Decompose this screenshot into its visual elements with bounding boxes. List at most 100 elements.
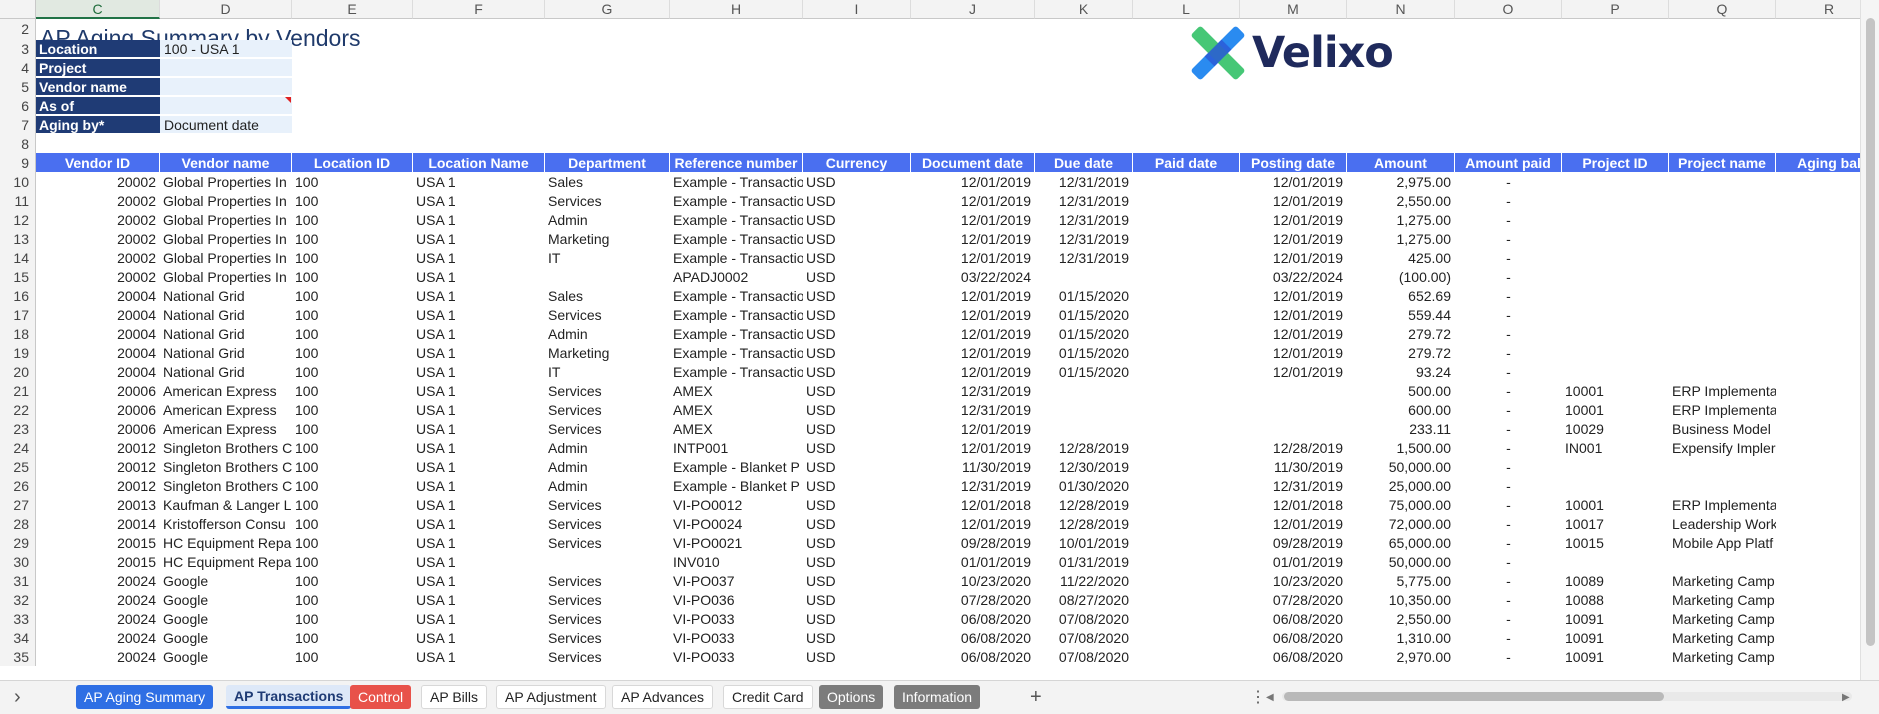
table-cell[interactable]: 20006 (36, 400, 160, 419)
table-cell[interactable]: 01/01/2019 (1240, 552, 1347, 571)
column-header-E[interactable]: E (292, 0, 413, 19)
table-cell[interactable] (1133, 305, 1240, 324)
table-cell[interactable]: 500.00 (1347, 381, 1455, 400)
table-cell[interactable]: HC Equipment Repa (160, 552, 292, 571)
table-cell[interactable]: Global Properties In (160, 210, 292, 229)
table-cell[interactable]: - (1455, 438, 1562, 457)
table-cell[interactable]: Admin (545, 324, 670, 343)
table-cell[interactable]: 11/30/2019 (911, 457, 1035, 476)
table-cell[interactable]: Singleton Brothers C (160, 457, 292, 476)
table-cell[interactable]: 12/01/2019 (911, 210, 1035, 229)
table-cell[interactable]: 20024 (36, 628, 160, 647)
table-cell[interactable]: - (1455, 419, 1562, 438)
table-cell[interactable]: USD (803, 552, 911, 571)
table-cell[interactable]: USD (803, 571, 911, 590)
table-cell[interactable]: USA 1 (413, 533, 545, 552)
row-header-4[interactable]: 4 (0, 58, 36, 77)
table-cell[interactable]: 100 (292, 457, 413, 476)
row-header-6[interactable]: 6 (0, 96, 36, 115)
table-cell[interactable]: Google (160, 647, 292, 666)
table-cell[interactable]: 12/01/2018 (911, 495, 1035, 514)
table-cell[interactable]: 20002 (36, 248, 160, 267)
row-header-34[interactable]: 34 (0, 628, 36, 647)
table-cell[interactable] (1562, 210, 1669, 229)
table-cell[interactable]: Example - Transactio (670, 210, 803, 229)
table-cell[interactable]: VI-PO0021 (670, 533, 803, 552)
table-cell[interactable]: 2,970.00 (1347, 647, 1455, 666)
table-cell[interactable]: Mobile App Platf (1669, 533, 1776, 552)
table-cell[interactable]: - (1455, 628, 1562, 647)
table-cell[interactable] (1133, 362, 1240, 381)
table-cell[interactable]: 2,550.00 (1347, 191, 1455, 210)
table-cell[interactable] (1133, 248, 1240, 267)
table-cell[interactable]: National Grid (160, 305, 292, 324)
table-cell[interactable]: ERP Implementa (1669, 381, 1776, 400)
table-cell[interactable]: 20002 (36, 172, 160, 191)
table-cell[interactable] (1133, 571, 1240, 590)
table-header-amount-paid[interactable]: Amount paid (1455, 153, 1562, 172)
table-cell[interactable]: 03/22/2024 (911, 267, 1035, 286)
table-cell[interactable]: VI-PO036 (670, 590, 803, 609)
table-cell[interactable]: Services (545, 609, 670, 628)
table-cell[interactable]: 2,975.00 (1347, 172, 1455, 191)
vertical-scroll-thumb[interactable] (1866, 18, 1875, 646)
table-cell[interactable]: 100 (292, 381, 413, 400)
table-cell[interactable]: USD (803, 229, 911, 248)
table-cell[interactable]: 12/01/2019 (1240, 248, 1347, 267)
horizontal-scrollbar[interactable] (1282, 692, 1852, 701)
table-cell[interactable]: National Grid (160, 343, 292, 362)
table-cell[interactable]: - (1455, 210, 1562, 229)
filter-value[interactable] (160, 78, 292, 95)
table-cell[interactable]: VI-PO0024 (670, 514, 803, 533)
table-cell[interactable]: 10/23/2020 (1240, 571, 1347, 590)
table-cell[interactable] (1133, 419, 1240, 438)
row-header-20[interactable]: 20 (0, 362, 36, 381)
comment-indicator[interactable] (285, 97, 291, 103)
table-cell[interactable] (1133, 628, 1240, 647)
table-cell[interactable]: Marketing Camp (1669, 628, 1776, 647)
table-cell[interactable] (1669, 457, 1776, 476)
column-header-G[interactable]: G (545, 0, 670, 19)
row-header-18[interactable]: 18 (0, 324, 36, 343)
row-header-16[interactable]: 16 (0, 286, 36, 305)
table-cell[interactable]: AMEX (670, 381, 803, 400)
table-cell[interactable] (1562, 172, 1669, 191)
chevron-right-icon[interactable]: › (14, 685, 21, 709)
table-cell[interactable]: USD (803, 362, 911, 381)
table-header-amount[interactable]: Amount (1347, 153, 1455, 172)
table-cell[interactable]: USA 1 (413, 248, 545, 267)
table-cell[interactable]: 12/31/2019 (1035, 248, 1133, 267)
table-cell[interactable]: 100 (292, 286, 413, 305)
table-cell[interactable]: 06/08/2020 (1240, 609, 1347, 628)
table-cell[interactable]: - (1455, 533, 1562, 552)
table-cell[interactable]: - (1455, 514, 1562, 533)
table-cell[interactable]: 06/08/2020 (1240, 628, 1347, 647)
sheet-tab-credit-card[interactable]: Credit Card (723, 685, 813, 709)
table-cell[interactable]: 12/01/2019 (1240, 514, 1347, 533)
row-header-27[interactable]: 27 (0, 495, 36, 514)
sheet-tab-information[interactable]: Information (894, 685, 981, 709)
table-cell[interactable]: - (1455, 647, 1562, 666)
table-cell[interactable]: USA 1 (413, 552, 545, 571)
table-cell[interactable]: (100.00) (1347, 267, 1455, 286)
table-cell[interactable]: 100 (292, 248, 413, 267)
table-cell[interactable]: Example - Blanket P (670, 476, 803, 495)
table-cell[interactable]: 20012 (36, 457, 160, 476)
table-header-paid-date[interactable]: Paid date (1133, 153, 1240, 172)
table-cell[interactable]: 12/01/2019 (911, 438, 1035, 457)
table-cell[interactable]: 20024 (36, 571, 160, 590)
filter-value[interactable]: 100 - USA 1 (160, 40, 292, 57)
table-cell[interactable]: 100 (292, 400, 413, 419)
table-cell[interactable]: 20024 (36, 590, 160, 609)
table-cell[interactable]: 20015 (36, 533, 160, 552)
table-cell[interactable]: USA 1 (413, 514, 545, 533)
row-header-17[interactable]: 17 (0, 305, 36, 324)
table-cell[interactable]: Services (545, 571, 670, 590)
table-cell[interactable]: 20006 (36, 419, 160, 438)
table-cell[interactable]: USA 1 (413, 495, 545, 514)
table-cell[interactable]: Example - Transactio (670, 248, 803, 267)
table-cell[interactable]: 07/08/2020 (1035, 609, 1133, 628)
table-cell[interactable]: 12/01/2019 (1240, 286, 1347, 305)
table-cell[interactable]: 25,000.00 (1347, 476, 1455, 495)
table-cell[interactable]: 100 (292, 324, 413, 343)
